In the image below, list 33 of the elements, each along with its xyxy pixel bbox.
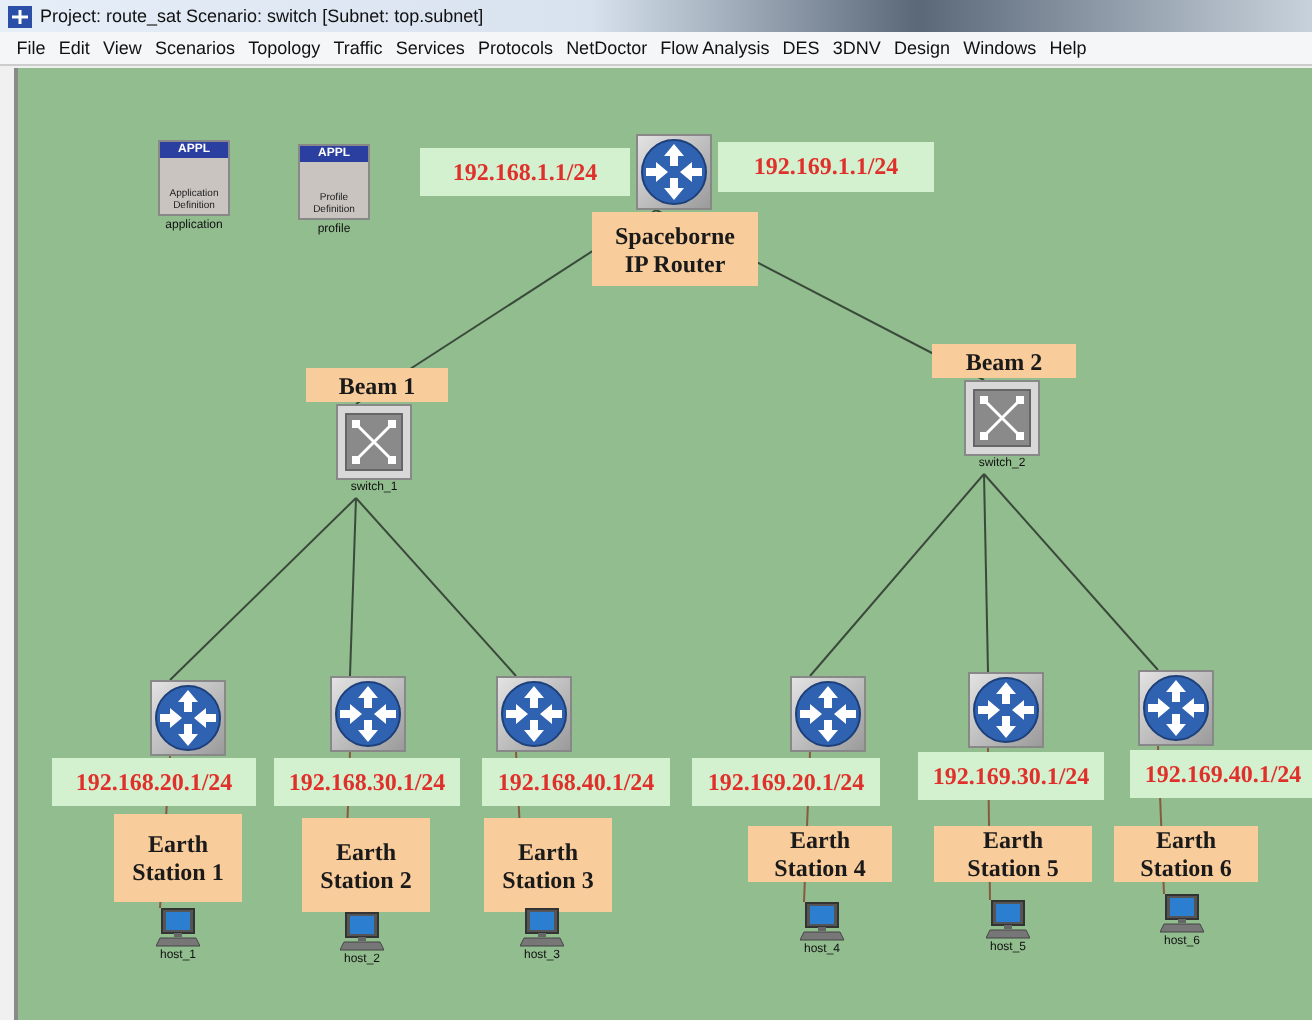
menu-item[interactable]: Traffic [326, 38, 390, 58]
beam-label: Beam 1 [306, 368, 448, 402]
menu-item[interactable]: Flow Analysis [653, 38, 776, 58]
station-label: Earth Station 1 [114, 814, 242, 902]
station-label: Earth Station 5 [934, 826, 1092, 882]
menu-item[interactable]: Windows [956, 38, 1043, 58]
ip-address-label: 192.169.40.1/24 [1130, 750, 1312, 798]
menu-item[interactable]: Services [389, 38, 472, 58]
router-label: Spaceborne IP Router [592, 212, 758, 286]
ip-address-label: 192.169.20.1/24 [692, 758, 880, 806]
menu-item[interactable]: Topology [241, 38, 327, 58]
ip-address-label: 192.168.1.1/24 [420, 148, 630, 196]
menu-item[interactable]: Edit [52, 38, 97, 58]
menu-item[interactable]: File [10, 38, 53, 58]
menu-item[interactable]: Protocols [471, 38, 560, 58]
station-label: Earth Station 6 [1114, 826, 1258, 882]
beam-label: Beam 2 [932, 344, 1076, 378]
station-label: Earth Station 3 [484, 818, 612, 912]
menu-item[interactable]: Design [887, 38, 957, 58]
menu-item[interactable]: View [96, 38, 149, 58]
ip-address-label: 192.168.20.1/24 [52, 758, 256, 806]
menu-item[interactable]: 3DNV [826, 38, 888, 58]
ip-address-label: 192.169.30.1/24 [918, 752, 1104, 800]
menu-item[interactable]: Scenarios [148, 38, 242, 58]
station-label: Earth Station 2 [302, 818, 430, 912]
ip-address-label: 192.168.40.1/24 [482, 758, 670, 806]
menu-item[interactable]: NetDoctor [559, 38, 654, 58]
menu-item[interactable]: Help [1042, 38, 1094, 58]
ip-address-label: 192.169.1.1/24 [718, 142, 934, 192]
station-label: Earth Station 4 [748, 826, 892, 882]
menu-item[interactable]: DES [776, 38, 827, 58]
window-title: Project: route_sat Scenario: switch [Subnet: top.subnet] [40, 6, 484, 26]
ip-address-label: 192.168.30.1/24 [274, 758, 460, 806]
